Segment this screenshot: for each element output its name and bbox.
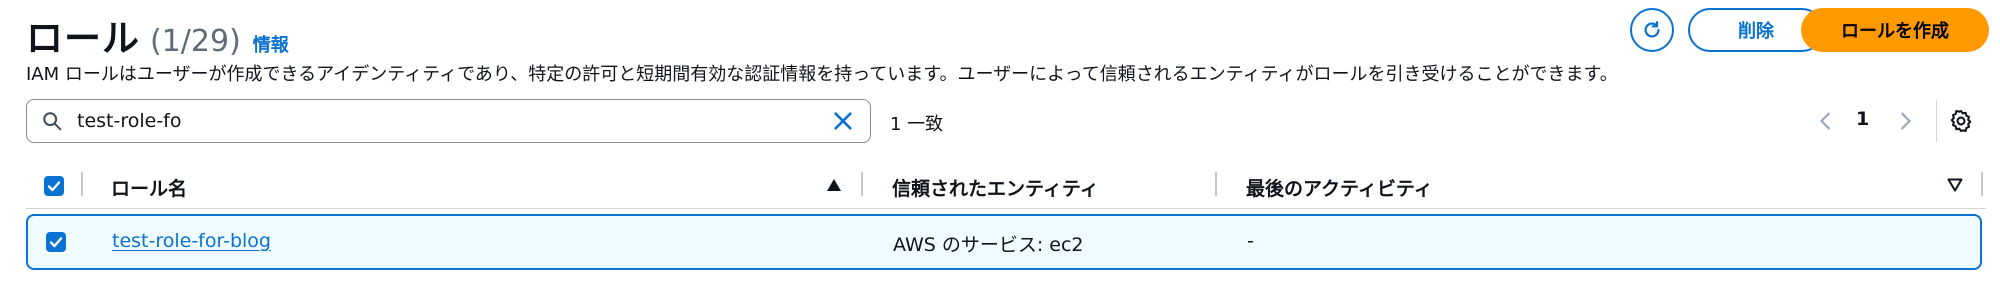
refresh-icon: [1644, 21, 1660, 38]
search-input[interactable]: [75, 109, 819, 133]
column-separator[interactable]: [861, 172, 863, 196]
current-page[interactable]: 1: [1856, 108, 1869, 130]
column-separator[interactable]: [1981, 172, 1983, 196]
sort-descending-icon[interactable]: [1947, 178, 1963, 192]
search-icon: [41, 110, 63, 132]
select-all-checkbox[interactable]: [44, 176, 64, 196]
column-separator[interactable]: [1215, 172, 1217, 196]
column-header-role-name[interactable]: ロール名: [111, 174, 187, 201]
trusted-entity-cell: AWS のサービス: ec2: [893, 234, 1084, 256]
row-checkbox[interactable]: [46, 232, 66, 252]
checkmark-icon: [47, 181, 61, 192]
table-row[interactable]: test-role-for-blog AWS のサービス: ec2 -: [26, 214, 1982, 270]
refresh-button[interactable]: [1630, 8, 1674, 52]
column-separator: [81, 172, 83, 196]
pager-divider: [1936, 100, 1937, 142]
gear-icon[interactable]: [1948, 108, 1974, 134]
checkmark-icon: [49, 237, 63, 248]
column-header-last-activity[interactable]: 最後のアクティビティ: [1246, 174, 1433, 201]
table-header: ロール名 信頼されたエンティティ 最後のアクティビティ: [26, 164, 1986, 209]
page-description: IAM ロールはユーザーが作成できるアイデンティティであり、特定の許可と短期間有…: [26, 64, 1618, 85]
page-header: ロール (1/29) 情報: [26, 8, 289, 62]
chevron-left-icon[interactable]: [1815, 109, 1837, 133]
page-title: ロール: [26, 17, 140, 60]
info-link[interactable]: 情報: [253, 31, 289, 57]
clear-icon[interactable]: [832, 110, 854, 132]
match-count: 1 一致: [890, 114, 944, 135]
role-name-link[interactable]: test-role-for-blog: [112, 230, 271, 252]
role-count: (1/29): [150, 24, 241, 59]
last-activity-cell: -: [1247, 230, 1254, 252]
sort-ascending-icon[interactable]: [826, 178, 842, 192]
create-role-button[interactable]: ロールを作成: [1801, 8, 1989, 52]
chevron-right-icon[interactable]: [1894, 109, 1916, 133]
search-field[interactable]: [26, 99, 871, 143]
column-header-trusted-entity[interactable]: 信頼されたエンティティ: [892, 174, 1099, 201]
iam-roles-page: ロール (1/29) 情報 IAM ロールはユーザーが作成できるアイデンティティ…: [0, 0, 2000, 287]
